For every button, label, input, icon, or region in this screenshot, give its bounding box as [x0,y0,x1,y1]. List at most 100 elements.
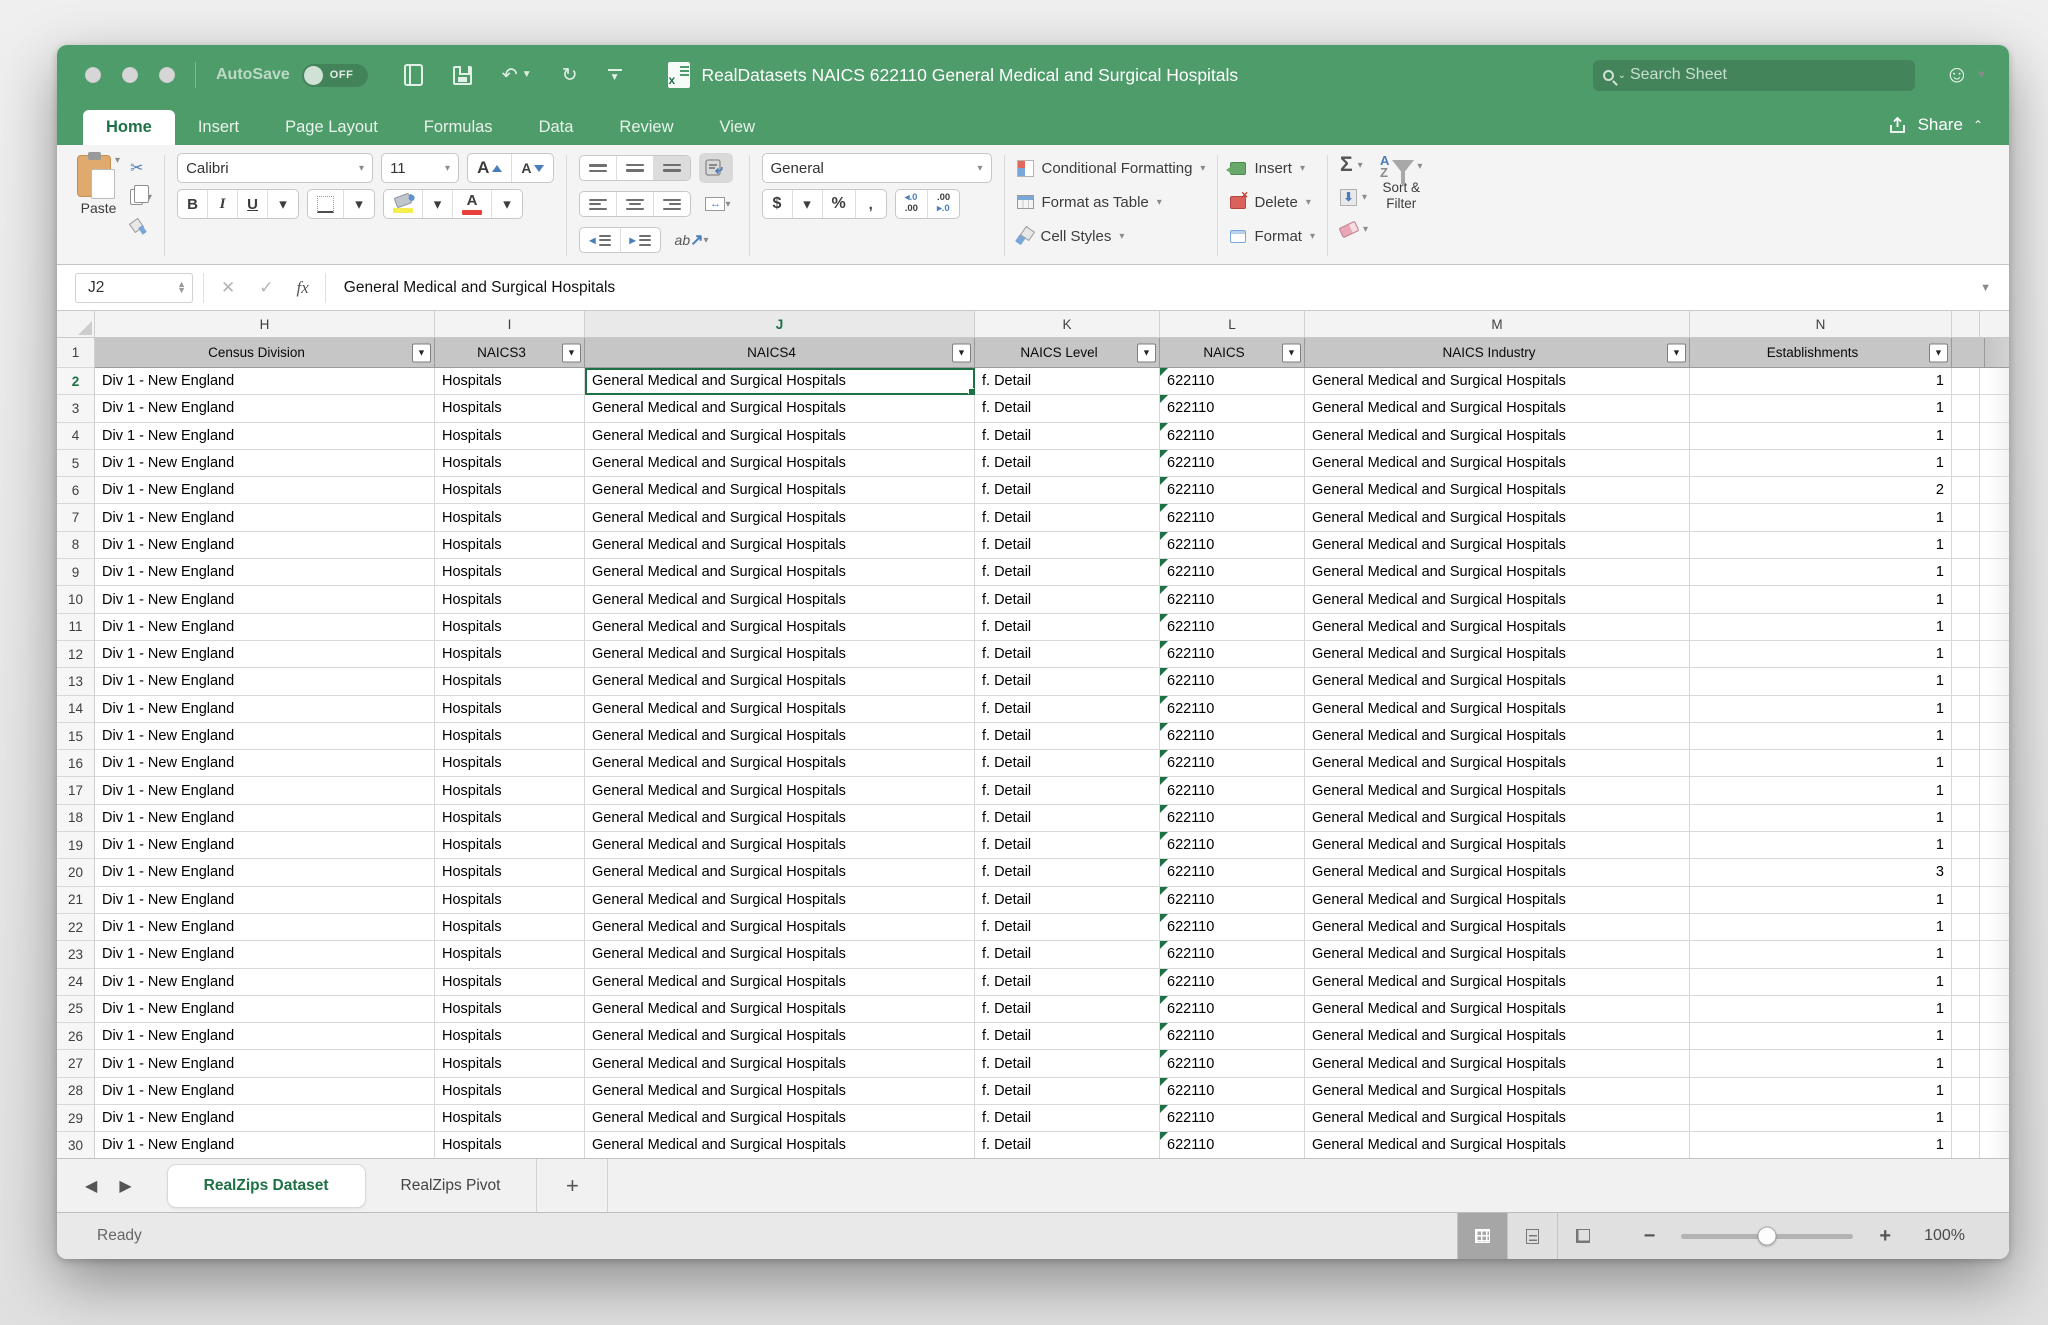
cell[interactable]: Hospitals [435,1023,585,1050]
cell[interactable]: General Medical and Surgical Hospitals [585,887,975,914]
currency-button[interactable]: $ [763,190,793,218]
row-number-25[interactable]: 25 [57,996,95,1023]
cell-partial[interactable] [1952,832,1980,859]
cell[interactable]: General Medical and Surgical Hospitals [1305,969,1690,996]
cell[interactable]: 622110 [1160,668,1305,695]
cell[interactable]: Hospitals [435,1132,585,1158]
cell-partial[interactable] [1952,559,1980,586]
cell[interactable]: Div 1 - New England [95,450,435,477]
increase-font-button[interactable]: A [468,154,512,182]
row-number-11[interactable]: 11 [57,614,95,641]
cell[interactable]: General Medical and Surgical Hospitals [1305,832,1690,859]
cell[interactable]: Div 1 - New England [95,941,435,968]
cell[interactable]: 1 [1690,1050,1952,1077]
cell-partial[interactable] [1952,777,1980,804]
cell[interactable]: Hospitals [435,668,585,695]
cell[interactable]: 622110 [1160,641,1305,668]
cell[interactable]: f. Detail [975,750,1160,777]
cut-button[interactable]: ✂ [130,157,152,179]
cell-partial[interactable] [1952,641,1980,668]
cell[interactable]: Hospitals [435,614,585,641]
cell[interactable]: 1 [1690,777,1952,804]
cell-partial[interactable] [1952,504,1980,531]
row-number-20[interactable]: 20 [57,859,95,886]
cell[interactable]: Hospitals [435,832,585,859]
cell[interactable]: General Medical and Surgical Hospitals [585,969,975,996]
tab-data[interactable]: Data [516,110,597,145]
cell[interactable]: General Medical and Surgical Hospitals [585,1078,975,1105]
cell[interactable]: Div 1 - New England [95,832,435,859]
feedback-dropdown-icon[interactable]: ▼ [1976,69,1987,81]
cell[interactable]: Div 1 - New England [95,559,435,586]
cell[interactable]: Hospitals [435,641,585,668]
cell-partial[interactable] [1952,1078,1980,1105]
font-size-select[interactable]: 11▾ [381,153,459,183]
autosave-toggle[interactable]: OFF [302,64,368,87]
cell[interactable]: Div 1 - New England [95,614,435,641]
column-header-M[interactable]: M [1305,311,1690,338]
cell-partial[interactable] [1952,586,1980,613]
cell[interactable]: 1 [1690,559,1952,586]
cell[interactable]: General Medical and Surgical Hospitals [1305,696,1690,723]
cell[interactable]: General Medical and Surgical Hospitals [1305,368,1690,395]
cell[interactable]: 622110 [1160,586,1305,613]
cell[interactable]: General Medical and Surgical Hospitals [585,668,975,695]
cell-partial[interactable] [1952,969,1980,996]
cell[interactable]: General Medical and Surgical Hospitals [1305,887,1690,914]
row-number-15[interactable]: 15 [57,723,95,750]
cell[interactable]: f. Detail [975,477,1160,504]
row-number-1[interactable]: 1 [57,338,95,368]
cell[interactable]: Div 1 - New England [95,1132,435,1158]
cell[interactable]: General Medical and Surgical Hospitals [1305,477,1690,504]
cell[interactable]: Hospitals [435,914,585,941]
minimize-button[interactable] [122,67,138,83]
row-number-4[interactable]: 4 [57,423,95,450]
cell[interactable]: f. Detail [975,368,1160,395]
cell[interactable]: 1 [1690,832,1952,859]
save-button[interactable] [453,66,472,85]
cell[interactable]: 622110 [1160,532,1305,559]
header-cell-census-division[interactable]: Census Division▼ [95,338,435,368]
zoom-in-button[interactable]: + [1879,1225,1891,1248]
tab-insert[interactable]: Insert [175,110,262,145]
page-layout-view-button[interactable] [1508,1213,1558,1259]
search-box[interactable]: ⌄ [1593,60,1915,91]
insert-cells-button[interactable]: Insert▾ [1230,153,1315,183]
cell[interactable]: General Medical and Surgical Hospitals [585,614,975,641]
cell[interactable]: Div 1 - New England [95,805,435,832]
cell[interactable]: General Medical and Surgical Hospitals [1305,1023,1690,1050]
cell-partial[interactable] [1952,668,1980,695]
cell[interactable]: Div 1 - New England [95,1023,435,1050]
orientation-button[interactable]: ab↗▾ [669,225,715,255]
cell-partial[interactable] [1952,532,1980,559]
cell[interactable]: f. Detail [975,914,1160,941]
cell[interactable]: General Medical and Surgical Hospitals [585,1105,975,1132]
normal-view-button[interactable] [1458,1213,1508,1259]
cell[interactable]: 1 [1690,914,1952,941]
cell[interactable]: General Medical and Surgical Hospitals [1305,859,1690,886]
cell[interactable]: Div 1 - New England [95,368,435,395]
cell[interactable]: 622110 [1160,777,1305,804]
bold-button[interactable]: B [178,190,208,218]
cell[interactable]: Div 1 - New England [95,859,435,886]
cell[interactable]: 622110 [1160,750,1305,777]
column-header-I[interactable]: I [435,311,585,338]
insert-function-button[interactable]: fx [291,278,315,298]
row-number-22[interactable]: 22 [57,914,95,941]
row-number-2[interactable]: 2 [57,368,95,395]
tab-view[interactable]: View [697,110,778,145]
column-header-J[interactable]: J [585,311,975,338]
row-number-14[interactable]: 14 [57,696,95,723]
cell[interactable]: General Medical and Surgical Hospitals [1305,423,1690,450]
cell[interactable]: 1 [1690,641,1952,668]
column-header-L[interactable]: L [1160,311,1305,338]
cell[interactable]: f. Detail [975,1078,1160,1105]
cell[interactable]: f. Detail [975,504,1160,531]
header-cell-establishments[interactable]: Establishments▼ [1690,338,1952,368]
close-button[interactable] [85,67,101,83]
autosum-button[interactable]: Σ▾ [1340,153,1368,177]
cell[interactable]: General Medical and Surgical Hospitals [585,504,975,531]
cell-partial[interactable] [1952,614,1980,641]
cell[interactable]: f. Detail [975,668,1160,695]
cell[interactable]: Hospitals [435,1050,585,1077]
